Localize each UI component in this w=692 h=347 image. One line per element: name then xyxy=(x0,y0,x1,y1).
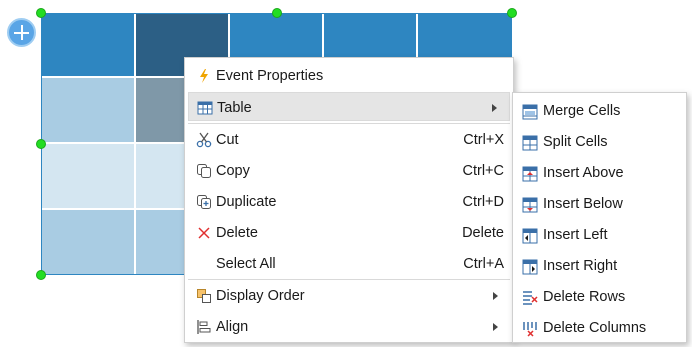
menu-item-copy[interactable]: Copy Ctrl+C xyxy=(188,156,510,185)
resize-handle-top-left[interactable] xyxy=(36,8,46,18)
menu-item-shortcut: Ctrl+A xyxy=(463,256,504,272)
menu-item-label: Cut xyxy=(216,132,239,148)
menu-item-shortcut: Ctrl+C xyxy=(462,163,505,179)
submenu-item-label: Insert Right xyxy=(543,258,618,274)
menu-item-align[interactable]: Align xyxy=(188,312,510,341)
table-icon xyxy=(197,101,213,115)
table-cell[interactable] xyxy=(42,14,136,78)
delete-columns-icon xyxy=(523,322,537,337)
table-submenu: Merge Cells Split Cells Insert Above Ins… xyxy=(512,92,687,343)
menu-separator xyxy=(188,279,510,280)
submenu-item-label: Insert Above xyxy=(543,165,624,181)
menu-item-display-order[interactable]: Display Order xyxy=(188,281,510,310)
menu-item-duplicate[interactable]: Duplicate Ctrl+D xyxy=(188,187,510,216)
duplicate-icon xyxy=(197,195,211,209)
menu-item-label: Select All xyxy=(216,256,276,272)
submenu-arrow-icon xyxy=(493,292,498,300)
submenu-item-label: Merge Cells xyxy=(543,103,621,119)
insert-left-icon xyxy=(522,228,538,244)
submenu-item-insert-above[interactable]: Insert Above xyxy=(517,158,682,188)
submenu-item-label: Insert Left xyxy=(543,227,608,243)
submenu-item-split-cells[interactable]: Split Cells xyxy=(517,127,682,157)
table-cell[interactable] xyxy=(42,210,136,274)
menu-item-shortcut: Delete xyxy=(462,225,504,241)
submenu-item-merge-cells[interactable]: Merge Cells xyxy=(517,96,682,126)
merge-cells-icon xyxy=(522,104,538,120)
lightning-icon xyxy=(200,69,208,83)
menu-item-delete[interactable]: Delete Delete xyxy=(188,218,510,247)
submenu-arrow-icon xyxy=(493,323,498,331)
submenu-item-delete-columns[interactable]: Delete Columns xyxy=(517,313,682,343)
copy-icon xyxy=(197,164,211,178)
menu-item-label: Duplicate xyxy=(216,194,277,210)
menu-item-label: Align xyxy=(216,319,249,335)
resize-handle-bottom-left[interactable] xyxy=(36,270,46,280)
menu-item-shortcut: Ctrl+D xyxy=(462,194,505,210)
resize-handle-top-center[interactable] xyxy=(272,8,282,18)
delete-x-icon xyxy=(198,227,210,239)
submenu-item-insert-below[interactable]: Insert Below xyxy=(517,189,682,219)
menu-item-table[interactable]: Table xyxy=(188,92,510,121)
scissors-icon xyxy=(196,132,212,148)
submenu-item-insert-right[interactable]: Insert Right xyxy=(517,251,682,281)
menu-item-label: Event Properties xyxy=(216,68,324,84)
menu-item-label: Copy xyxy=(216,163,250,179)
menu-item-cut[interactable]: Cut Ctrl+X xyxy=(188,125,510,154)
add-button[interactable] xyxy=(7,18,36,47)
delete-rows-icon xyxy=(523,291,538,305)
resize-handle-middle-left[interactable] xyxy=(36,139,46,149)
menu-item-event-properties[interactable]: Event Properties xyxy=(188,61,510,90)
insert-right-icon xyxy=(522,259,538,275)
menu-item-label: Display Order xyxy=(216,288,305,304)
submenu-item-delete-rows[interactable]: Delete Rows xyxy=(517,282,682,312)
align-icon xyxy=(197,320,211,334)
menu-item-select-all[interactable]: Select All Ctrl+A xyxy=(188,249,510,278)
context-menu: Event Properties Table Cut Ctrl+X Copy C… xyxy=(184,57,514,343)
resize-handle-top-right[interactable] xyxy=(507,8,517,18)
submenu-item-insert-left[interactable]: Insert Left xyxy=(517,220,682,250)
insert-below-icon xyxy=(522,197,538,213)
submenu-item-label: Delete Columns xyxy=(543,320,647,336)
split-cells-icon xyxy=(522,135,538,151)
table-cell[interactable] xyxy=(42,144,136,210)
submenu-item-label: Delete Rows xyxy=(543,289,626,305)
insert-above-icon xyxy=(522,166,538,182)
submenu-item-label: Split Cells xyxy=(543,134,608,150)
display-order-icon xyxy=(197,289,211,303)
table-cell[interactable] xyxy=(42,78,136,144)
submenu-arrow-icon xyxy=(492,104,497,112)
submenu-item-label: Insert Below xyxy=(543,196,623,212)
menu-item-label: Table xyxy=(217,100,252,116)
menu-separator xyxy=(188,123,510,124)
menu-item-label: Delete xyxy=(216,225,258,241)
menu-item-shortcut: Ctrl+X xyxy=(463,132,504,148)
